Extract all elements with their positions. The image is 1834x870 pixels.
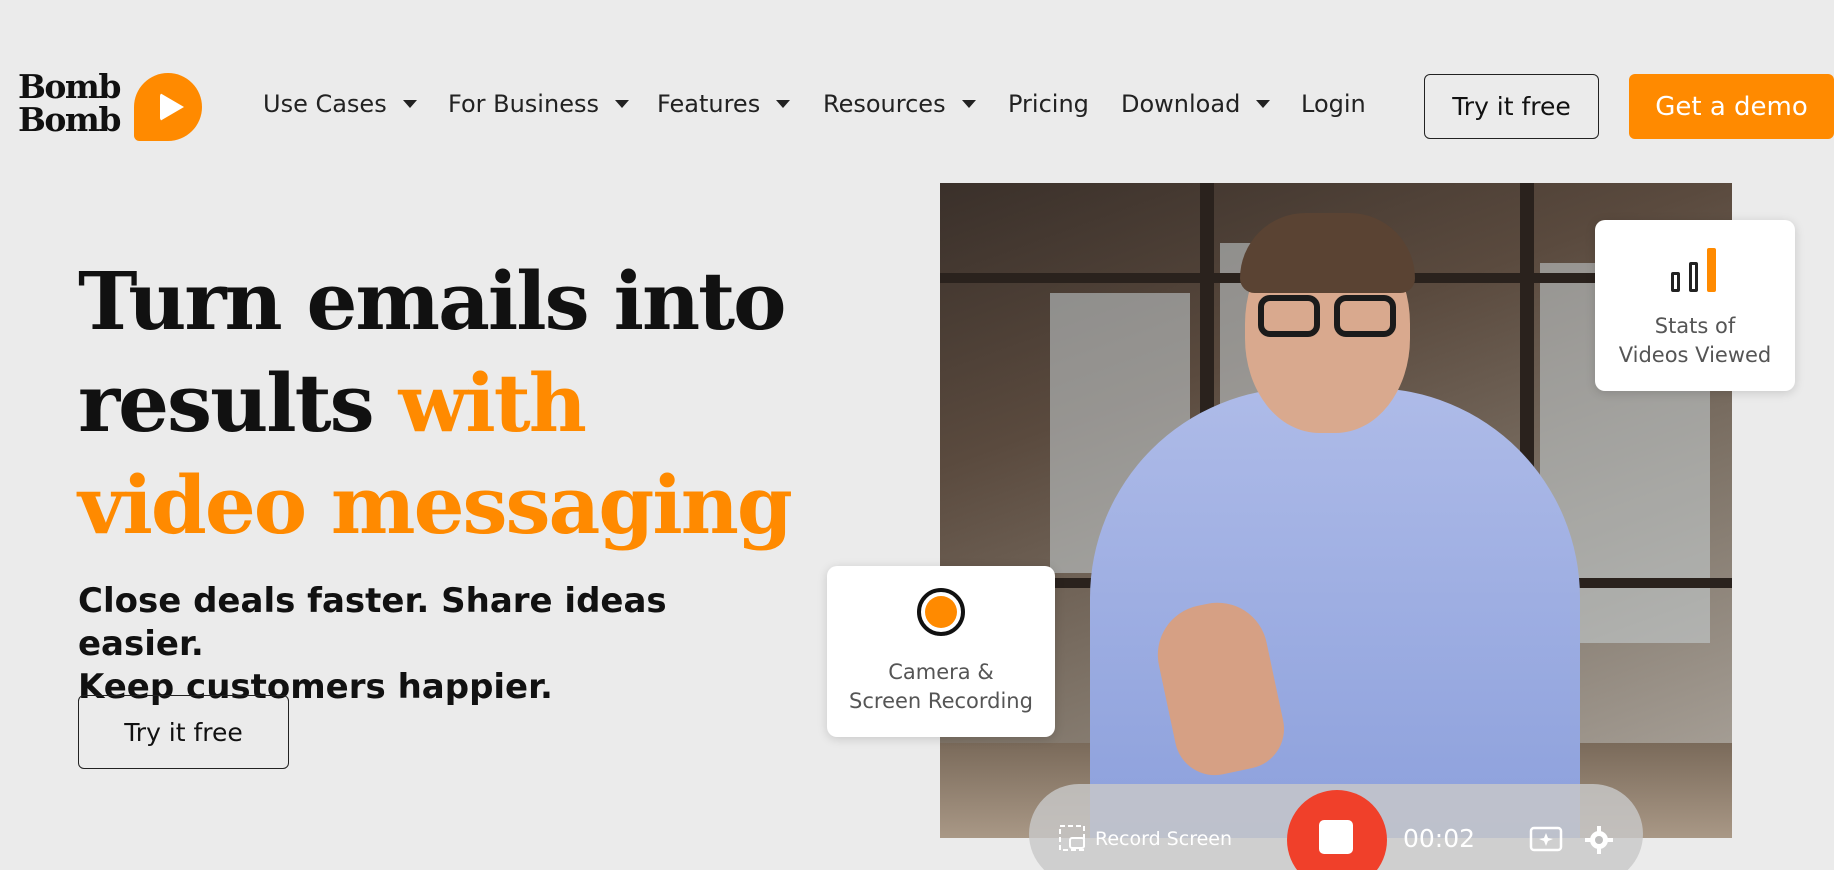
nav-label: Resources bbox=[823, 90, 946, 118]
record-icon bbox=[917, 588, 965, 636]
hero-subtitle: Close deals faster. Share ideas easier. … bbox=[78, 580, 798, 709]
recording-controls: Record Screen 00:02 bbox=[1029, 784, 1643, 870]
stats-card: Stats of Videos Viewed bbox=[1595, 220, 1795, 391]
hero-title-black: results bbox=[78, 356, 399, 450]
nav-label: Features bbox=[657, 90, 761, 118]
presenter-hair bbox=[1240, 213, 1415, 293]
stats-card-line-1: Stats of bbox=[1654, 314, 1736, 338]
hero-title: Turn emails into results with video mess… bbox=[78, 250, 818, 556]
hero-title-line-1: Turn emails into bbox=[78, 254, 786, 348]
play-icon bbox=[134, 73, 202, 141]
recording-timer: 00:02 bbox=[1403, 824, 1476, 853]
stats-card-line-2: Videos Viewed bbox=[1618, 343, 1772, 367]
record-screen-label[interactable]: Record Screen bbox=[1095, 828, 1232, 850]
gear-icon[interactable] bbox=[1585, 826, 1613, 854]
record-screen-icon bbox=[1059, 825, 1085, 851]
logo-line-1: Bomb bbox=[18, 67, 121, 106]
camera-card-label: Camera & Screen Recording bbox=[827, 658, 1055, 716]
chevron-down-icon bbox=[776, 100, 791, 108]
chevron-down-icon bbox=[402, 100, 417, 108]
camera-card-line-2: Screen Recording bbox=[849, 689, 1033, 713]
stats-card-label: Stats of Videos Viewed bbox=[1595, 312, 1795, 370]
nav-features[interactable]: Features bbox=[657, 90, 791, 118]
nav-resources[interactable]: Resources bbox=[823, 90, 976, 118]
hero-title-orange: with bbox=[398, 356, 586, 450]
get-demo-button[interactable]: Get a demo bbox=[1629, 74, 1834, 139]
effects-icon[interactable] bbox=[1529, 824, 1565, 854]
presenter-body bbox=[1090, 388, 1580, 838]
camera-card: Camera & Screen Recording bbox=[827, 566, 1055, 737]
camera-card-line-1: Camera & bbox=[888, 660, 994, 684]
nav-pricing[interactable]: Pricing bbox=[1008, 90, 1089, 118]
nav-label: Use Cases bbox=[263, 90, 387, 118]
chevron-down-icon bbox=[1256, 100, 1271, 108]
nav-for-business[interactable]: For Business bbox=[448, 90, 629, 118]
try-free-button-hero[interactable]: Try it free bbox=[78, 695, 289, 769]
hero-title-line-3: video messaging bbox=[78, 458, 793, 552]
nav-use-cases[interactable]: Use Cases bbox=[263, 90, 417, 118]
nav-login[interactable]: Login bbox=[1301, 90, 1366, 118]
nav-download[interactable]: Download bbox=[1121, 90, 1271, 118]
logo-line-2: Bomb bbox=[18, 100, 121, 139]
hero-title-line-2: results with bbox=[78, 352, 818, 454]
nav-label: Login bbox=[1301, 90, 1366, 118]
stop-icon bbox=[1319, 820, 1353, 854]
chevron-down-icon bbox=[961, 100, 976, 108]
logo-wordmark: Bomb Bomb bbox=[18, 67, 121, 139]
stop-button[interactable] bbox=[1287, 790, 1387, 870]
nav-label: Pricing bbox=[1008, 90, 1089, 118]
try-free-button-header[interactable]: Try it free bbox=[1424, 74, 1599, 139]
nav-label: For Business bbox=[448, 90, 599, 118]
chevron-down-icon bbox=[614, 100, 629, 108]
hero-subtitle-line-1: Close deals faster. Share ideas easier. bbox=[78, 581, 667, 664]
bombbomb-logo[interactable]: Bomb Bomb bbox=[18, 70, 203, 144]
nav-label: Download bbox=[1121, 90, 1241, 118]
bar-chart-icon bbox=[1671, 242, 1721, 292]
glasses bbox=[1258, 295, 1398, 341]
